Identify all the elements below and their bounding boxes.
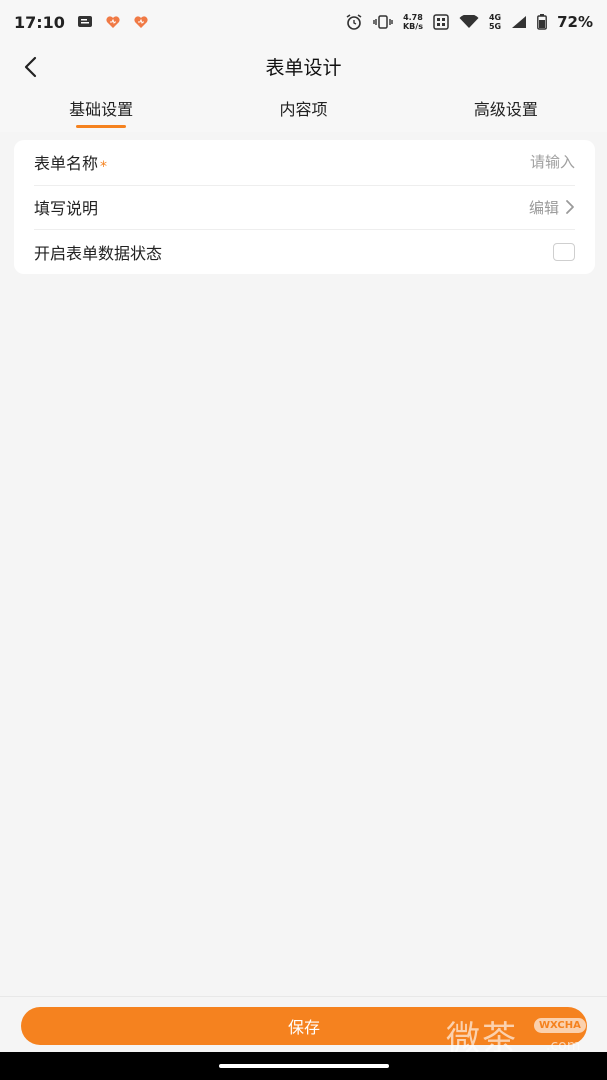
home-indicator[interactable]: [219, 1064, 389, 1068]
status-right: 4.78 KB/s 4G 5G 72%: [345, 13, 593, 31]
network-gen-top: 4G: [488, 13, 502, 22]
vibrate-icon: [373, 15, 393, 29]
network-speed-unit: KB/s: [402, 22, 423, 31]
form-name-label: 表单名称: [34, 154, 99, 174]
nav-bar: 表单设计: [0, 44, 607, 88]
data-status-label: 开启表单数据状态: [34, 243, 163, 263]
heart-app-icon-2: [133, 15, 149, 29]
data-status-row: 开启表单数据状态: [34, 229, 575, 274]
status-time: 17:10: [14, 12, 65, 32]
data-status-checkbox-wrap: [553, 242, 575, 261]
description-action[interactable]: 编辑: [529, 197, 575, 218]
alarm-icon: [345, 13, 363, 31]
tab-bar: 基础设置 内容项 高级设置: [0, 88, 607, 132]
message-icon: [77, 15, 93, 29]
tab-content-items[interactable]: 内容项: [202, 88, 404, 132]
data-status-checkbox[interactable]: [553, 242, 575, 261]
edit-link: 编辑: [528, 198, 559, 217]
required-star: *: [100, 159, 108, 176]
form-name-input-wrap: [375, 153, 575, 172]
data-status-label-wrap: 开启表单数据状态: [34, 240, 162, 264]
description-row[interactable]: 填写说明 编辑: [34, 184, 575, 230]
description-label: 填写说明: [34, 199, 99, 219]
page-title: 表单设计: [265, 56, 342, 79]
heart-app-icon: [105, 15, 121, 29]
chevron-left-icon: [24, 56, 37, 78]
status-left: 17:10: [14, 13, 149, 32]
hd-icon: [433, 14, 449, 30]
description-label-wrap: 填写说明: [34, 195, 98, 219]
signal-icon: [511, 15, 527, 29]
status-bar: 17:10 4.78 KB/s 4G 5G 72%: [0, 0, 607, 44]
chevron-right-icon: [566, 200, 574, 215]
wifi-icon: [459, 15, 479, 29]
save-button[interactable]: 保存: [21, 1007, 587, 1045]
tab-advanced-settings[interactable]: 高级设置: [405, 88, 607, 132]
form-name-label-wrap: 表单名称 *: [34, 149, 107, 175]
network-speed-value: 4.78: [403, 13, 423, 22]
form-name-row: 表单名称 *: [34, 140, 575, 185]
network-generation: 4G 5G: [489, 13, 501, 31]
system-nav-bar: [0, 1052, 607, 1080]
back-button[interactable]: [16, 52, 46, 82]
network-gen-bottom: 5G: [488, 22, 502, 31]
battery-percent: 72%: [557, 13, 593, 31]
form-name-input[interactable]: [375, 153, 575, 172]
bottom-action-bar: 保存: [0, 996, 607, 1052]
network-speed: 4.78 KB/s: [403, 13, 423, 31]
tab-basic-settings[interactable]: 基础设置: [0, 88, 202, 132]
form-settings-card: 表单名称 * 填写说明 编辑 开启表单数据状态: [14, 140, 595, 274]
battery-icon: [537, 14, 547, 30]
